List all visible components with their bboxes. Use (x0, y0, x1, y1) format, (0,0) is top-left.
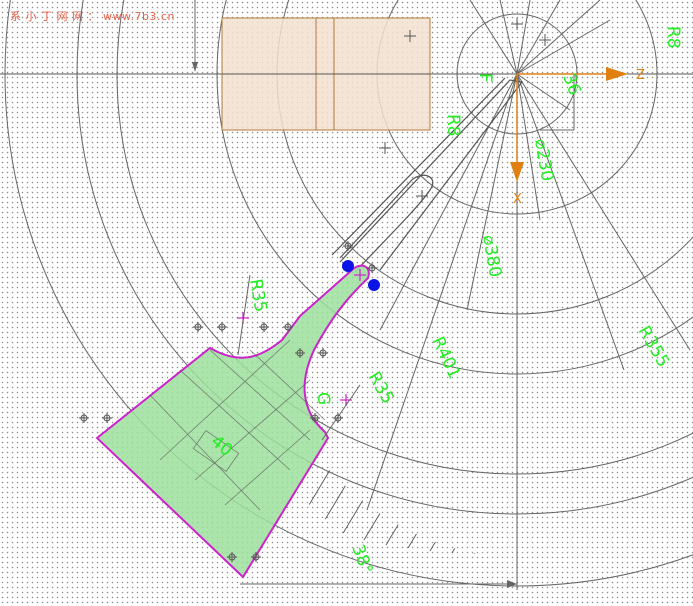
label-r8-mid: R8 (443, 114, 463, 137)
label-r35-left: R35 (245, 277, 271, 313)
label-angle-38: 38° (347, 542, 376, 577)
bottom-dim-arrow (507, 580, 517, 588)
cad-drawing: F G Z X R8 R8 36 ⌀230 ⌀380 R401 R355 R35… (0, 0, 693, 590)
label-axis-x: X (513, 192, 522, 207)
label-dim-36: 36 (558, 71, 584, 98)
label-point-g: G (313, 392, 333, 405)
grip-point-1[interactable] (342, 260, 354, 272)
label-r401: R401 (427, 334, 464, 383)
grip-point-2[interactable] (368, 279, 380, 291)
label-dia-380: ⌀380 (478, 233, 505, 279)
label-dia-230: ⌀230 (530, 137, 557, 183)
label-axis-z: Z (636, 68, 645, 83)
profile-shape[interactable] (95, 264, 370, 579)
hatched-band (300, 470, 693, 555)
label-r355: R355 (634, 323, 673, 371)
label-r8-top: R8 (663, 26, 683, 49)
clamp-block (221, 17, 431, 131)
cad-viewport[interactable]: 系 小 丁 网 网 ： www.7b3.cn F G Z X R8 R8 36 … (0, 0, 693, 606)
label-point-f: F (475, 73, 495, 83)
label-r35-right: R35 (364, 369, 398, 408)
vertical-guide-arrow (192, 62, 198, 72)
axis-marker-x (510, 74, 524, 182)
